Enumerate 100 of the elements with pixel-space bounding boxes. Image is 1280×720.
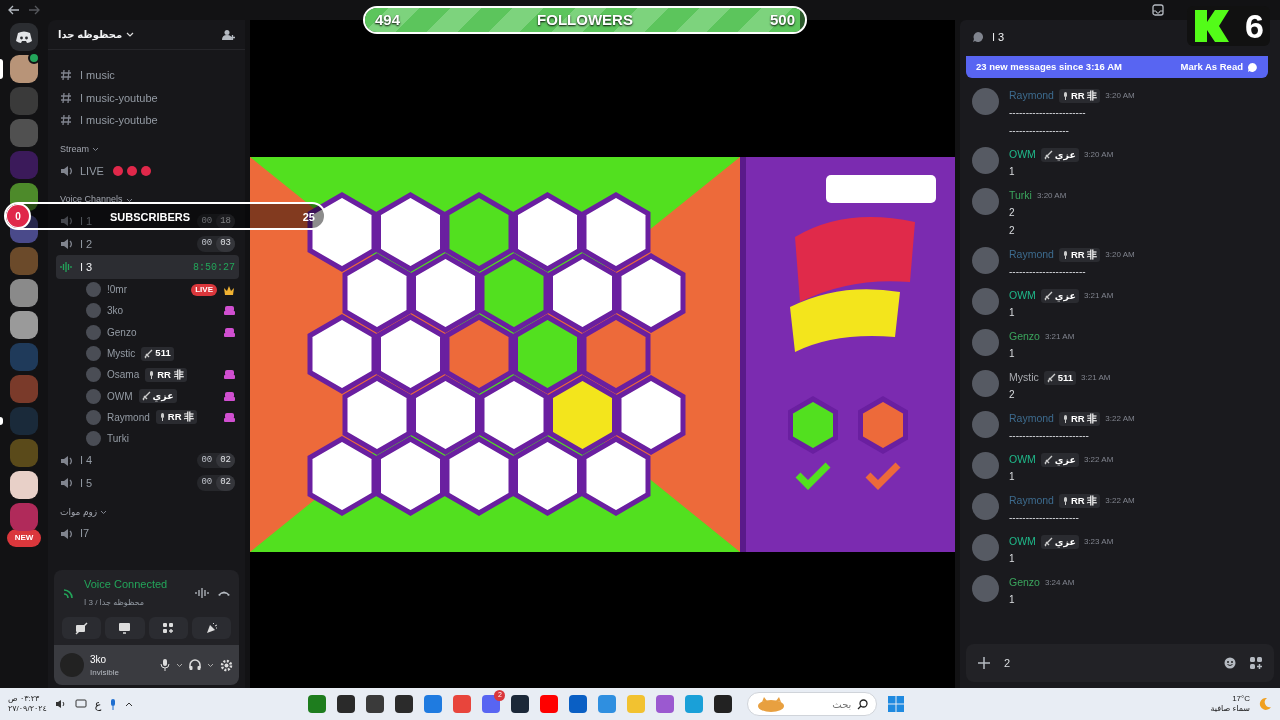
voice-channel-name[interactable]: ا 2	[80, 235, 93, 252]
message-composer[interactable]: 2	[966, 644, 1274, 682]
voice-channel[interactable]: LIVE	[56, 159, 239, 182]
volume-icon[interactable]	[54, 699, 67, 709]
chat-bubble-icon[interactable]	[972, 31, 984, 43]
voice-channel-name[interactable]: ا 5	[80, 474, 93, 492]
start-icon[interactable]	[888, 696, 905, 712]
app-icon[interactable]	[395, 695, 414, 713]
tag-text: عزي	[1054, 147, 1076, 163]
language-indicator[interactable]: ع	[94, 695, 102, 713]
message-text: -----------------------	[1009, 106, 1087, 120]
speaker-icon	[60, 454, 72, 467]
tag-text: عزي	[152, 389, 174, 404]
server-name[interactable]: محظوظه جدا	[58, 27, 135, 42]
author-name[interactable]: OWM	[1009, 147, 1036, 163]
app-icon[interactable]	[337, 695, 356, 713]
microphone-icon[interactable]	[160, 659, 170, 671]
tag-text: RR 非	[1070, 247, 1098, 262]
apps-icon[interactable]	[1250, 657, 1262, 669]
timestamp: 3:20 AM	[1083, 149, 1114, 161]
message-text: 1	[1009, 552, 1016, 566]
goal-label: SUBSCRIBERS	[110, 210, 191, 225]
member-name[interactable]: !0mr	[107, 282, 127, 298]
text-channel[interactable]: ا music-youtube	[56, 109, 239, 132]
display-icon[interactable]	[74, 699, 87, 709]
tag-text: RR 非	[1070, 493, 1098, 508]
user-avatar	[972, 247, 999, 274]
server-icon[interactable]	[10, 471, 38, 499]
app-icon[interactable]	[366, 695, 385, 713]
timestamp: 3:24 AM	[1044, 577, 1075, 589]
timestamp: 3:23 AM	[1083, 536, 1114, 548]
chevron-down-icon[interactable]	[176, 662, 183, 668]
author-name[interactable]: Turki	[1009, 188, 1032, 204]
cat-drawing	[756, 696, 787, 712]
text-channel[interactable]: ا music-youtube	[56, 86, 239, 109]
headphones-icon[interactable]	[189, 659, 201, 671]
chevron-up-icon[interactable]	[125, 701, 134, 707]
mark-as-read-link[interactable]: Mark As Read	[1180, 59, 1258, 75]
category-label[interactable]: Voice Channels	[60, 193, 123, 207]
logo-icon[interactable]	[10, 23, 38, 51]
screen-share-button[interactable]	[105, 617, 145, 639]
user-avatar	[972, 147, 999, 174]
search-input[interactable]: بحث	[792, 696, 852, 712]
voice-channel-name[interactable]: ا7	[80, 525, 90, 542]
tag-text: 511	[1057, 370, 1074, 385]
back-arrow-icon[interactable]	[8, 5, 20, 15]
voice-location[interactable]: محظوظه جدا / 3 ا	[84, 596, 144, 609]
sword-icon	[1043, 150, 1053, 160]
message-text: 1	[1009, 165, 1016, 179]
server-icon[interactable]	[10, 311, 38, 339]
voice-channel-name[interactable]: ا 4	[80, 452, 93, 469]
member-name[interactable]: Raymond	[107, 409, 150, 425]
author-name[interactable]: Genzo	[1009, 329, 1040, 345]
category-label[interactable]: Stream	[60, 142, 89, 157]
forward-arrow-icon[interactable]	[28, 5, 40, 15]
member-name[interactable]: Osama	[107, 367, 140, 383]
microphone-icon	[158, 412, 166, 423]
member-name[interactable]: Mystic	[107, 346, 136, 362]
member-name[interactable]: 3ko	[107, 303, 124, 319]
microphone-icon[interactable]	[109, 698, 118, 710]
author-name[interactable]: OWM	[1009, 452, 1036, 468]
author-name[interactable]: OWM	[1009, 288, 1036, 304]
text-channel[interactable]: ا music	[56, 64, 239, 87]
category-label[interactable]: زوم موات	[60, 505, 98, 520]
app-icon[interactable]	[511, 695, 530, 713]
message-input[interactable]: 2	[1004, 654, 1210, 672]
emoji-icon[interactable]	[1224, 657, 1236, 669]
server-icon[interactable]	[10, 55, 38, 83]
user-avatar	[86, 324, 101, 340]
member-name[interactable]: Turki	[107, 431, 129, 447]
search-field[interactable]: بحث	[747, 692, 878, 716]
activities-button[interactable]	[148, 617, 188, 639]
author-name[interactable]: Genzo	[1009, 575, 1040, 591]
chevron-down-icon[interactable]	[207, 662, 214, 668]
add-icon[interactable]	[978, 657, 990, 669]
settings-icon[interactable]	[220, 658, 233, 672]
hash-icon	[60, 69, 72, 82]
goal-target: 500	[769, 9, 795, 30]
timestamp: 3:22 AM	[1105, 495, 1135, 507]
sound-wave-icon[interactable]	[195, 586, 209, 599]
author-name[interactable]: Mystic	[1009, 370, 1039, 386]
channel-title: ا 3	[992, 29, 1005, 45]
inbox-icon[interactable]	[1152, 4, 1164, 16]
new-messages-banner[interactable]: 23 new messages since 3:16 AM Mark As Read	[966, 56, 1268, 78]
soundboard-button[interactable]	[191, 617, 231, 639]
camera-off-button[interactable]	[62, 617, 102, 639]
message-text: 1	[1009, 306, 1016, 320]
member-name[interactable]: Genzo	[107, 324, 137, 340]
member-name[interactable]: OWM	[107, 388, 133, 404]
live-badge: LIVE	[191, 283, 217, 296]
speaker-icon	[60, 477, 72, 490]
user-avatar	[86, 367, 101, 383]
app-icon[interactable]	[714, 695, 733, 713]
clock[interactable]: ٠٣:٢٣ ص ٢٧/٠٩/٢٠٢٤	[8, 694, 47, 714]
author-name[interactable]: OWM	[1009, 534, 1036, 550]
add-member-icon[interactable]	[222, 28, 235, 41]
timestamp: 3:21 AM	[1083, 290, 1114, 302]
timer-badge: 00 18	[197, 213, 235, 229]
user-avatar	[86, 431, 101, 447]
message-text: 2	[1009, 206, 1016, 220]
